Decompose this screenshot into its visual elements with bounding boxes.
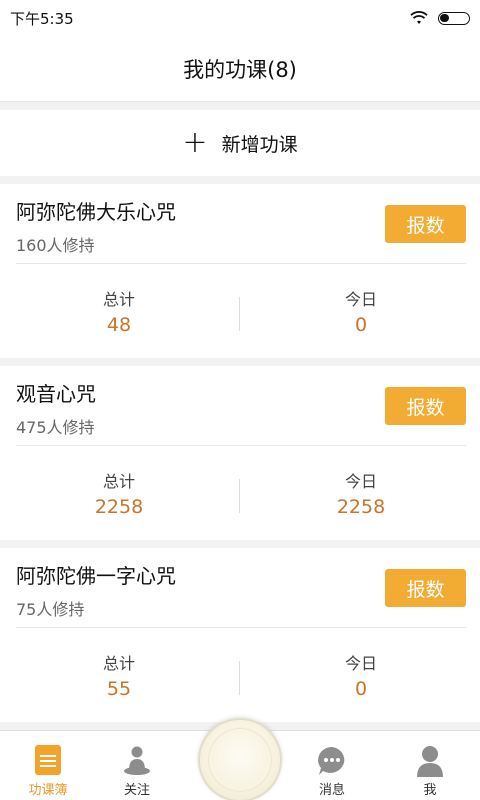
practitioner-count: 475人修持	[16, 418, 95, 437]
wifi-icon	[410, 11, 428, 24]
tab-messages[interactable]: 消息	[284, 731, 380, 800]
today-value: 2258	[336, 496, 386, 518]
lesson-card: 观音心咒 475人修持 报数 总计 2258 今日 2258	[0, 366, 480, 540]
today-label: 今日	[344, 654, 377, 673]
lesson-card: 阿弥陀佛大乐心咒 160人修持 报数 总计 48 今日 0	[0, 184, 480, 358]
meditation-icon	[124, 746, 150, 775]
today-label: 今日	[344, 472, 377, 491]
add-lesson-button[interactable]: + 新增功课	[0, 110, 480, 176]
report-count-button[interactable]: 报数	[385, 569, 466, 607]
today-stat: 今日 2258	[242, 446, 480, 540]
total-stat: 总计 48	[0, 264, 238, 358]
practitioner-count: 160人修持	[16, 236, 95, 255]
total-value: 2258	[94, 496, 144, 518]
user-icon	[417, 746, 443, 777]
report-count-button[interactable]: 报数	[385, 205, 466, 243]
page-title: 我的功课(8)	[183, 57, 297, 82]
tab-me[interactable]: 我	[382, 731, 478, 800]
book-icon	[35, 745, 61, 775]
chat-icon	[318, 747, 345, 775]
today-value: 0	[354, 678, 368, 700]
add-lesson-label: 新增功课	[221, 133, 298, 156]
stat-divider	[239, 661, 240, 695]
center-action-button[interactable]	[198, 718, 282, 800]
status-bar: 下午5:35	[0, 0, 480, 36]
plus-icon: +	[182, 125, 208, 160]
lesson-name: 阿弥陀佛一字心咒	[16, 564, 176, 588]
stat-divider	[239, 479, 240, 513]
tab-label: 关注	[123, 783, 150, 798]
tab-follow[interactable]: 关注	[89, 731, 185, 800]
status-time: 下午5:35	[10, 9, 74, 28]
lesson-card-header: 阿弥陀佛大乐心咒 160人修持 报数	[16, 184, 466, 264]
tab-lesson-book[interactable]: 功课簿	[0, 731, 96, 800]
lesson-name: 观音心咒	[16, 382, 96, 406]
report-count-button[interactable]: 报数	[385, 387, 466, 425]
lesson-card-header: 观音心咒 475人修持 报数	[16, 366, 466, 446]
lesson-card-header: 阿弥陀佛一字心咒 75人修持 报数	[16, 548, 466, 628]
tab-label: 功课簿	[28, 783, 68, 798]
total-label: 总计	[102, 654, 135, 673]
tab-label: 消息	[318, 783, 345, 798]
tab-label: 我	[423, 783, 437, 798]
total-label: 总计	[102, 290, 135, 309]
stat-divider	[239, 297, 240, 331]
today-value: 0	[354, 314, 368, 336]
total-stat: 总计 55	[0, 628, 238, 722]
total-value: 48	[106, 314, 132, 336]
today-stat: 今日 0	[242, 264, 480, 358]
battery-icon	[438, 11, 470, 25]
page-header: 我的功课(8)	[0, 36, 480, 102]
total-stat: 总计 2258	[0, 446, 238, 540]
total-value: 55	[106, 678, 132, 700]
practitioner-count: 75人修持	[16, 600, 85, 619]
total-label: 总计	[102, 472, 135, 491]
today-label: 今日	[344, 290, 377, 309]
center-button-ring	[208, 728, 272, 792]
status-icons	[410, 11, 470, 25]
lesson-card: 阿弥陀佛一字心咒 75人修持 报数 总计 55 今日 0	[0, 548, 480, 722]
today-stat: 今日 0	[242, 628, 480, 722]
lesson-name: 阿弥陀佛大乐心咒	[16, 200, 176, 224]
